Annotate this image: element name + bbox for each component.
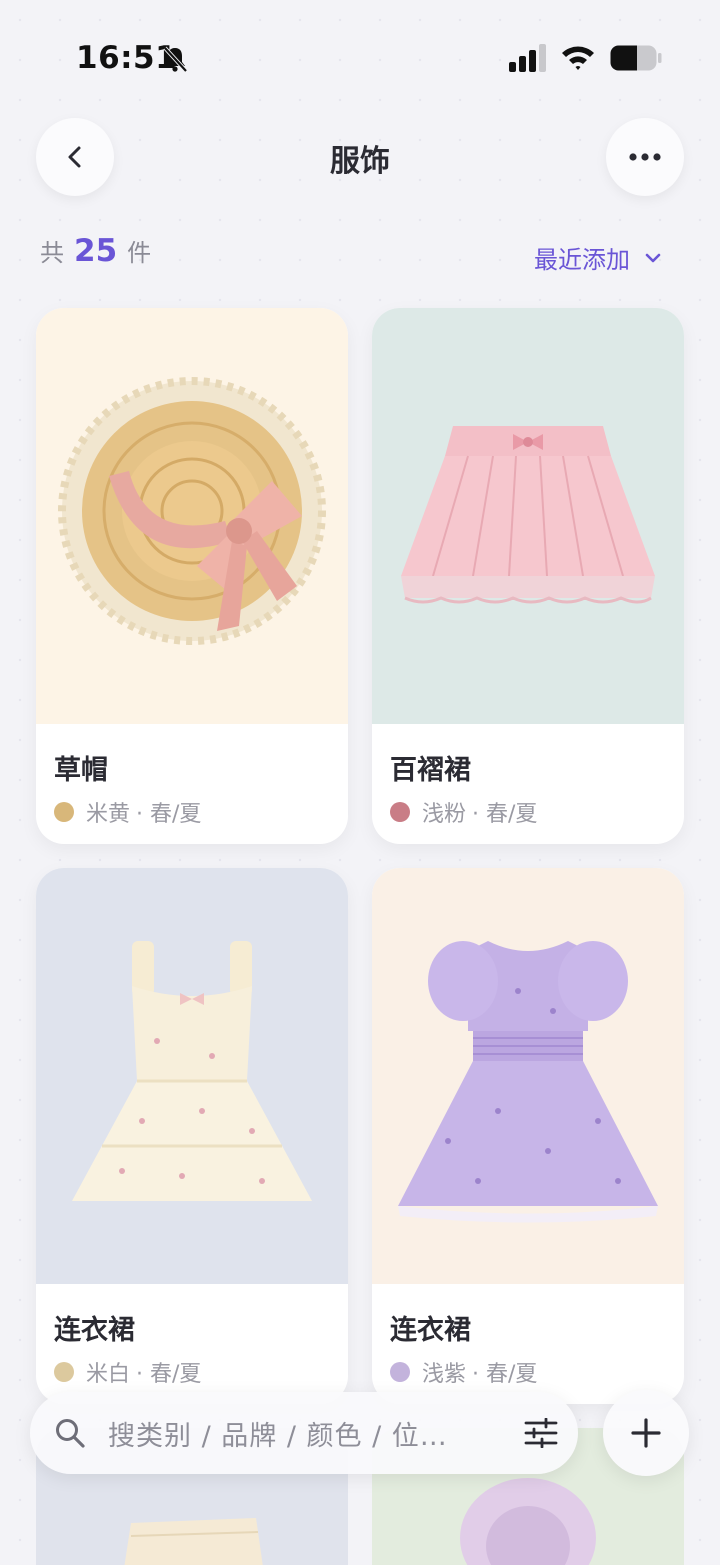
item-card[interactable]: 百褶裙 浅粉 · 春/夏 xyxy=(372,308,684,844)
pleated-skirt-image xyxy=(401,426,655,604)
item-image xyxy=(36,308,348,724)
lavender-dress-image xyxy=(398,941,658,1223)
item-meta: 浅粉 · 春/夏 xyxy=(390,796,537,828)
item-image xyxy=(36,868,348,1284)
count-prefix: 共 xyxy=(40,239,64,267)
item-color: 米白 xyxy=(86,1362,131,1387)
bell-muted-icon xyxy=(163,46,188,73)
sort-label: 最近添加 xyxy=(534,246,630,274)
item-color: 浅紫 xyxy=(422,1362,467,1387)
color-dot xyxy=(54,1362,74,1382)
item-card[interactable]: 连衣裙 浅紫 · 春/夏 xyxy=(372,868,684,1404)
status-bar: 16:51 xyxy=(0,0,720,110)
item-meta: 浅紫 · 春/夏 xyxy=(390,1356,537,1388)
count-number: 25 xyxy=(74,233,118,269)
item-card[interactable]: 草帽 米黄 · 春/夏 xyxy=(36,308,348,844)
color-dot xyxy=(54,802,74,822)
item-color: 浅粉 xyxy=(422,802,467,827)
color-dot xyxy=(390,802,410,822)
search-input[interactable]: 搜类别 / 品牌 / 颜色 / 位… xyxy=(108,1414,524,1453)
straw-hat-image xyxy=(58,377,326,645)
item-season: · 春/夏 xyxy=(472,1362,538,1387)
sliders-icon[interactable] xyxy=(524,1418,558,1448)
chevron-down-icon xyxy=(645,253,661,262)
item-color: 米黄 xyxy=(86,802,131,827)
item-image xyxy=(372,308,684,724)
count-suffix: 件 xyxy=(127,239,152,267)
item-meta: 米白 · 春/夏 xyxy=(54,1356,201,1388)
battery-icon xyxy=(610,45,662,71)
cream-dress-image xyxy=(72,941,312,1201)
item-name: 草帽 xyxy=(54,755,108,786)
sort-dropdown[interactable]: 最近添加 xyxy=(534,240,662,275)
search-bar[interactable]: 搜类别 / 品牌 / 颜色 / 位… xyxy=(30,1392,578,1474)
item-meta: 米黄 · 春/夏 xyxy=(54,796,201,828)
search-icon xyxy=(56,1419,85,1448)
add-button[interactable] xyxy=(603,1390,689,1476)
item-name: 连衣裙 xyxy=(54,1315,135,1346)
item-card[interactable]: 连衣裙 米白 · 春/夏 xyxy=(36,868,348,1404)
item-season: · 春/夏 xyxy=(136,802,202,827)
item-name: 百褶裙 xyxy=(390,755,471,786)
more-button[interactable] xyxy=(606,118,684,196)
item-season: · 春/夏 xyxy=(472,802,538,827)
cellular-signal-icon xyxy=(509,44,546,72)
wifi-icon xyxy=(562,46,594,70)
more-horizontal-icon xyxy=(629,153,661,161)
item-name: 连衣裙 xyxy=(390,1315,471,1346)
item-image xyxy=(372,868,684,1284)
item-count: 共 25 件 xyxy=(40,233,151,269)
color-dot xyxy=(390,1362,410,1382)
plus-icon xyxy=(631,1418,661,1448)
item-season: · 春/夏 xyxy=(136,1362,202,1387)
